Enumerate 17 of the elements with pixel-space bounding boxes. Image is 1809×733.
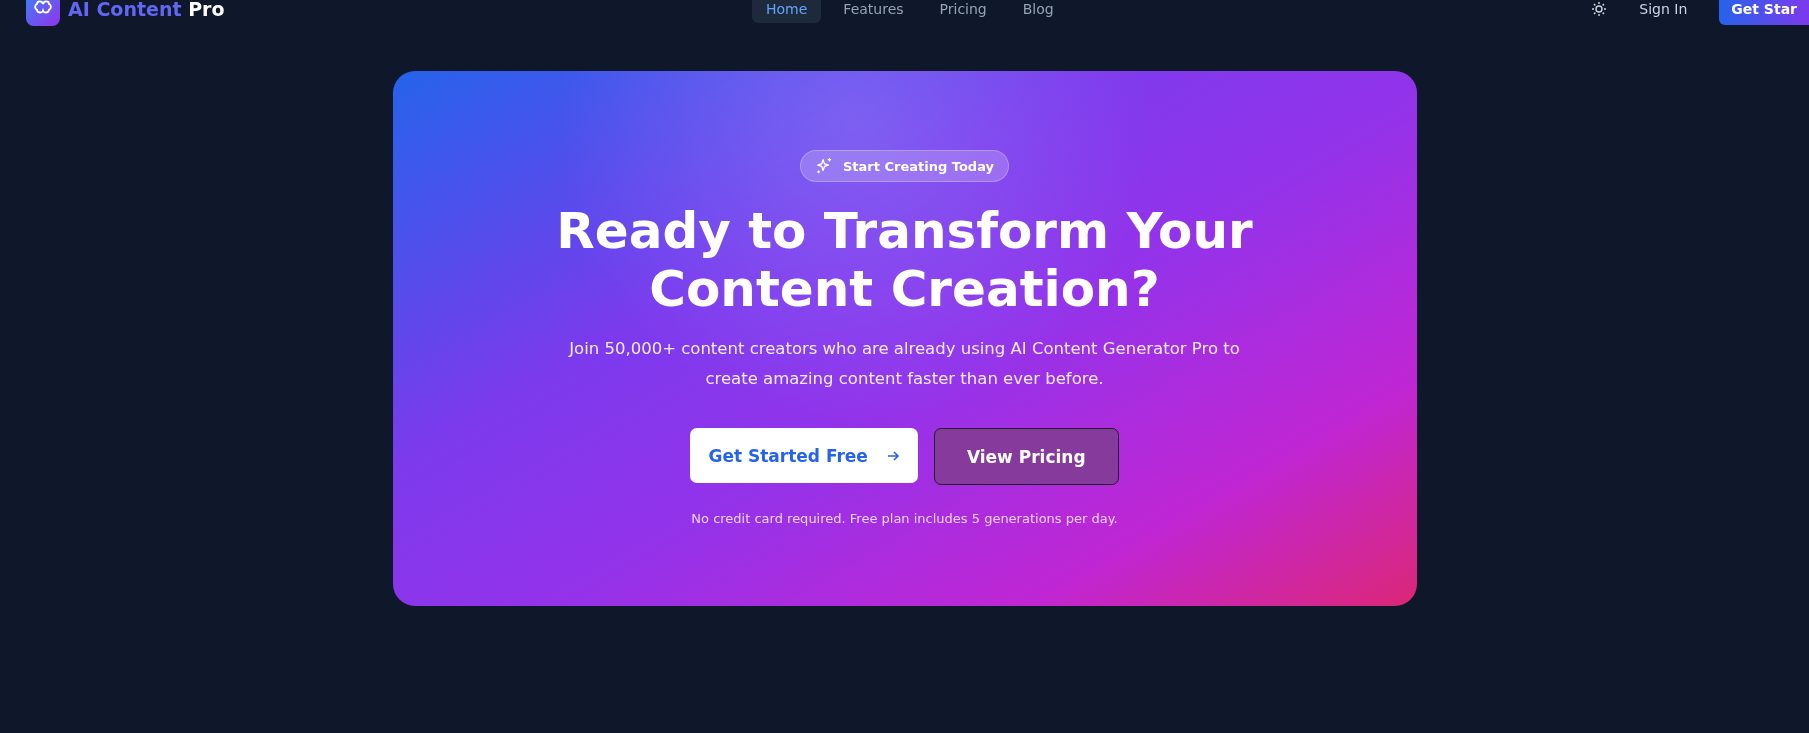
get-started-button[interactable]: Get Star <box>1719 0 1809 25</box>
nav-link[interactable]: Blog <box>1008 0 1068 23</box>
hero-description: Join 50,000+ content creators who are already using AI Content Generator Pro to create amazing content faster than ever before. <box>569 338 1240 390</box>
nav-link[interactable]: Home <box>752 0 822 23</box>
theme-toggle-icon[interactable] <box>1591 1 1608 17</box>
sparkles-icon <box>815 157 833 175</box>
view-pricing-button[interactable]: View Pricing <box>933 428 1119 485</box>
note-text: No credit card required. Free plan includes 5 generations per day. <box>691 511 1118 526</box>
nav-link[interactable]: Pricing <box>925 0 1001 23</box>
arrow-right-icon <box>885 448 900 463</box>
get-started-free-button[interactable]: Get Started Free <box>690 428 918 483</box>
nav-link[interactable]: Features <box>829 0 918 23</box>
badge-text: Start Creating Today <box>843 158 994 174</box>
brand-name[interactable]: AI Content Pro <box>68 0 225 20</box>
sign-in-link[interactable]: Sign In <box>1639 1 1688 17</box>
hero-title: Ready to Transform Your Content Creation? <box>556 202 1253 318</box>
logo-icon <box>26 0 60 26</box>
